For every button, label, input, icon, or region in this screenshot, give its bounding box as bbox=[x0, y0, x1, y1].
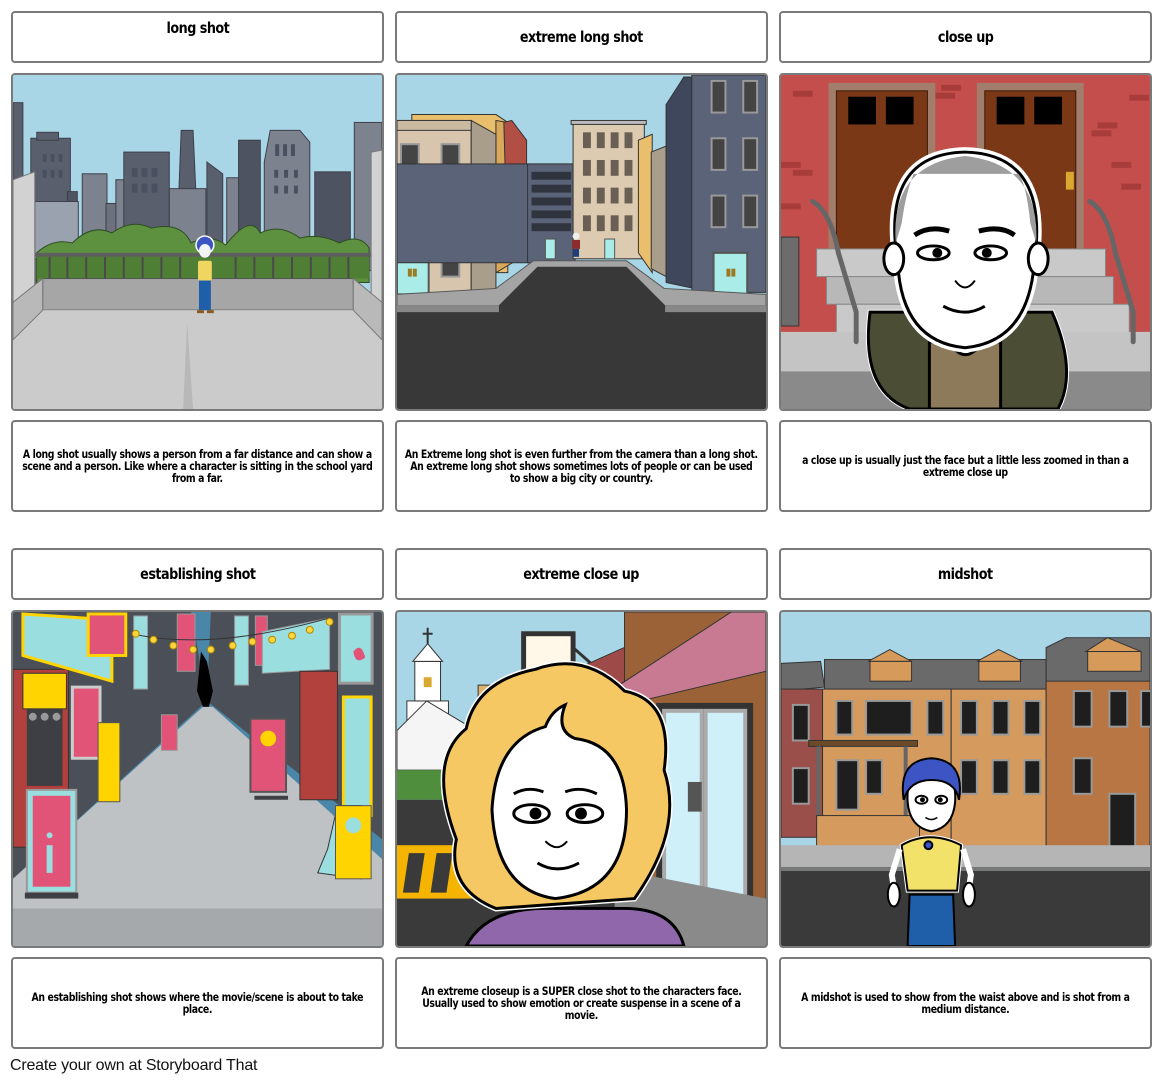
city-street-illustration bbox=[397, 75, 766, 409]
scene-image-man-face[interactable] bbox=[779, 73, 1152, 411]
cell-title-box[interactable]: long shot bbox=[11, 11, 384, 63]
cell-description-box[interactable]: A long shot usually shows a person from … bbox=[11, 420, 384, 512]
cell-title: midshot bbox=[938, 565, 993, 583]
cell-title: extreme close up bbox=[523, 565, 640, 583]
cell-title: long shot bbox=[166, 19, 229, 37]
cell-title-box[interactable]: extreme long shot bbox=[395, 11, 768, 63]
storyboard-that-credit-link[interactable]: Create your own at Storyboard That bbox=[10, 1057, 257, 1075]
scene-image-rooftop-city[interactable] bbox=[11, 73, 384, 411]
cell-title: close up bbox=[937, 28, 994, 46]
cell-title: extreme long shot bbox=[520, 28, 643, 46]
cell-description: An Extreme long shot is even further fro… bbox=[405, 447, 758, 485]
scene-image-neon-alley[interactable] bbox=[11, 610, 384, 948]
cell-description: An establishing shot shows where the mov… bbox=[31, 990, 364, 1016]
close-up-face-illustration bbox=[781, 75, 1150, 409]
cell-description-box[interactable]: An Extreme long shot is even further fro… bbox=[395, 420, 768, 512]
cell-title-box[interactable]: close up bbox=[779, 11, 1152, 63]
scene-image-city-street[interactable] bbox=[395, 73, 768, 411]
cell-description-box[interactable]: An establishing shot shows where the mov… bbox=[11, 957, 384, 1049]
scene-image-blonde-woman-face[interactable] bbox=[395, 610, 768, 948]
cell-title-box[interactable]: establishing shot bbox=[11, 548, 384, 600]
cell-description-box[interactable]: A midshot is used to show from the waist… bbox=[779, 957, 1152, 1049]
cell-title: establishing shot bbox=[139, 565, 256, 583]
cell-title-box[interactable]: extreme close up bbox=[395, 548, 768, 600]
rooftop-city-illustration bbox=[13, 75, 382, 409]
cell-description: A long shot usually shows a person from … bbox=[22, 447, 373, 485]
midshot-illustration bbox=[781, 612, 1150, 946]
scene-image-woman-midshot[interactable] bbox=[779, 610, 1152, 948]
cell-description: a close up is usually just the face but … bbox=[802, 453, 1129, 479]
extreme-close-up-face-illustration bbox=[397, 612, 766, 946]
cell-title-box[interactable]: midshot bbox=[779, 548, 1152, 600]
neon-alley-illustration bbox=[13, 612, 382, 946]
cell-description-box[interactable]: a close up is usually just the face but … bbox=[779, 420, 1152, 512]
cell-description: A midshot is used to show from the waist… bbox=[801, 990, 1130, 1016]
cell-description-box[interactable]: An extreme closeup is a SUPER close shot… bbox=[395, 957, 768, 1049]
cell-description: An extreme closeup is a SUPER close shot… bbox=[421, 984, 742, 1022]
